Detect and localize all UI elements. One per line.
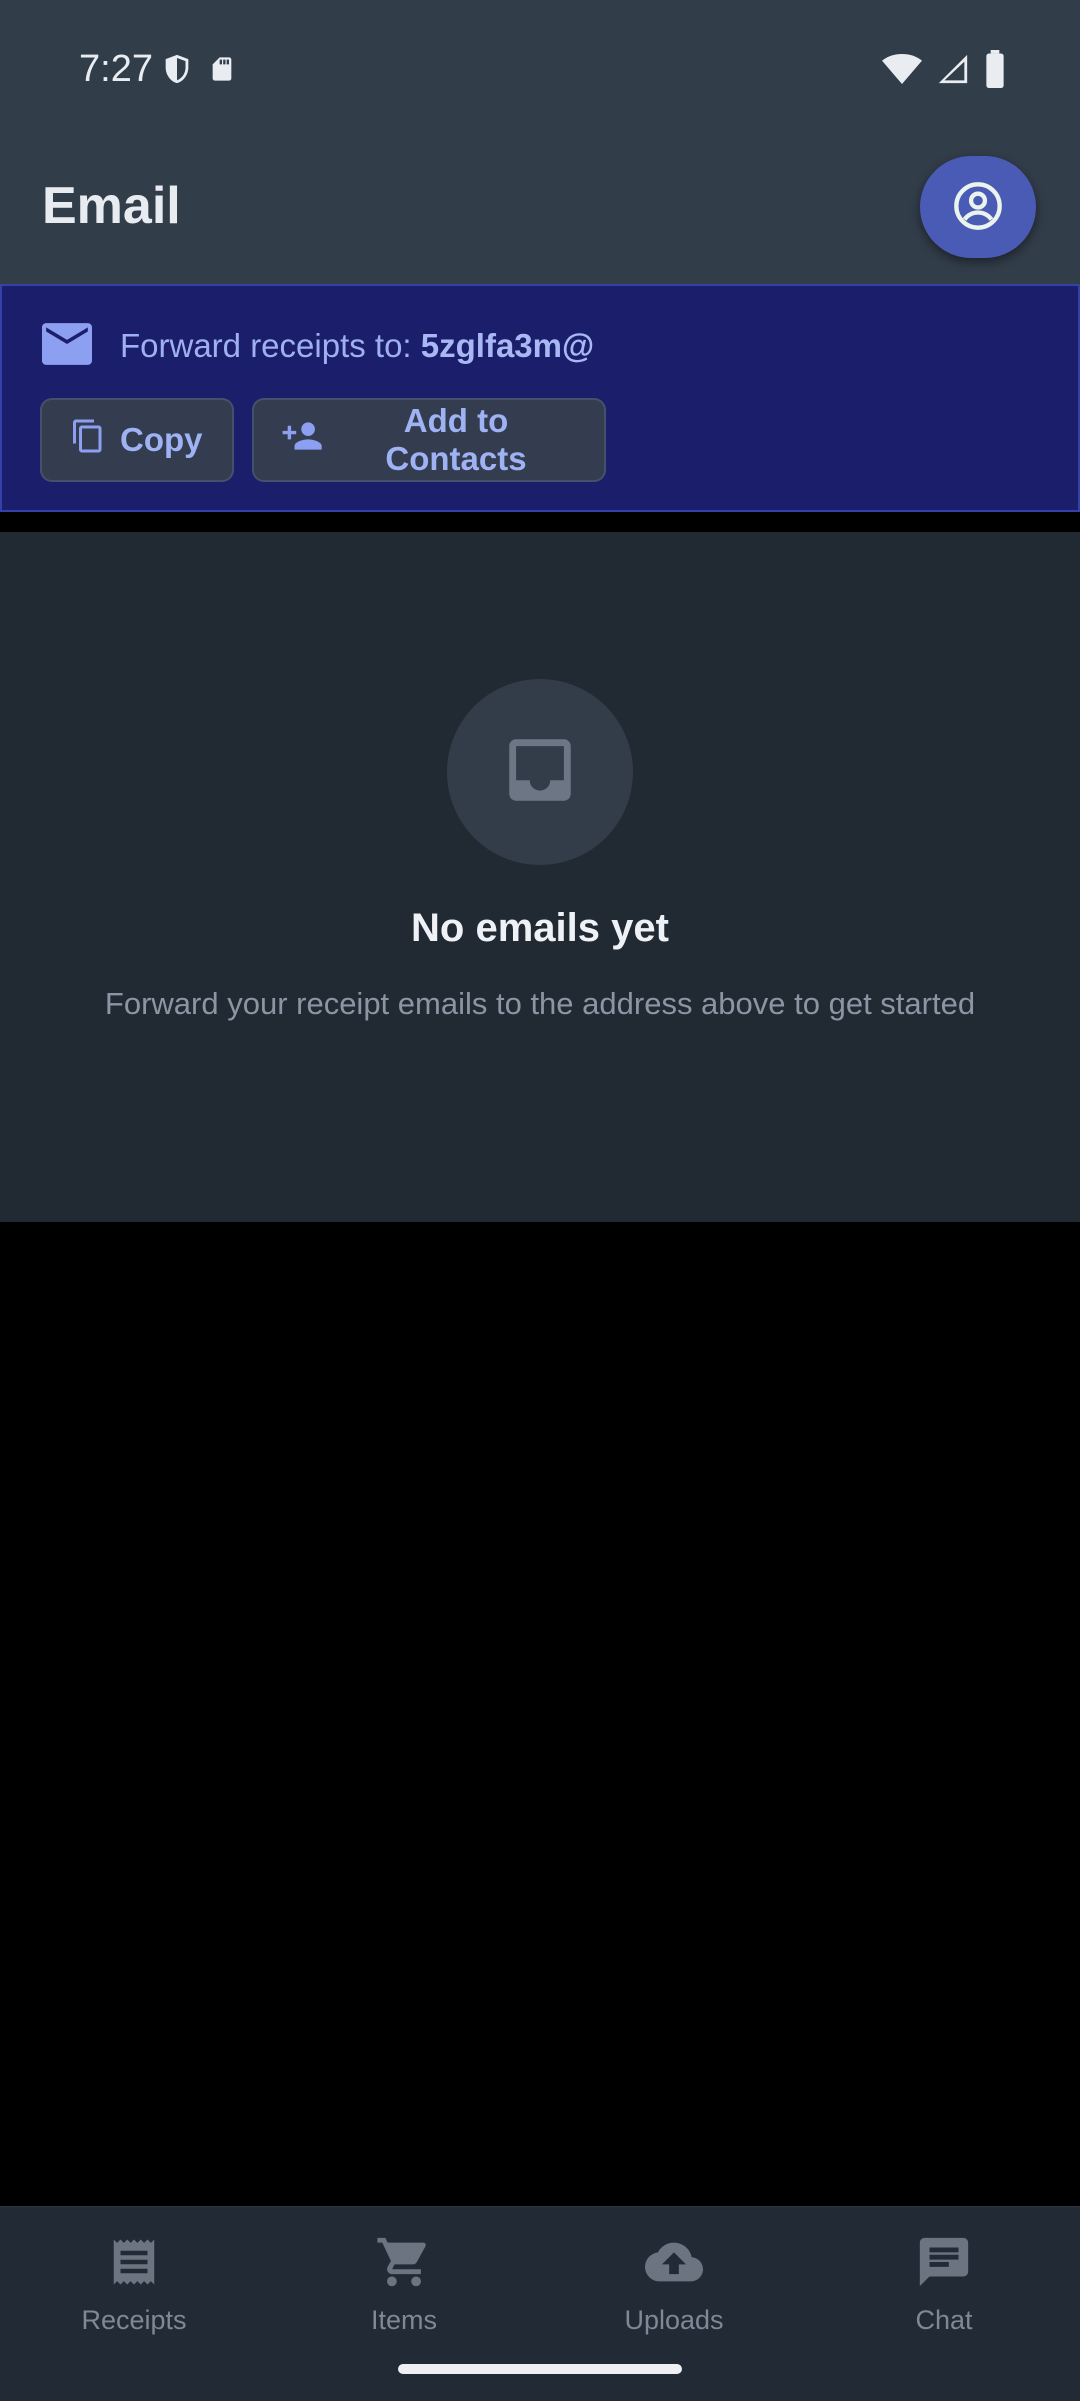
empty-state-panel: No emails yet Forward your receipt email… [0, 532, 1080, 1222]
add-to-contacts-button[interactable]: Add to Contacts [252, 398, 606, 482]
forward-address[interactable]: 5zglfa3m@ [421, 327, 594, 364]
person-add-icon [282, 419, 324, 461]
mail-icon [42, 322, 92, 371]
nav-label-receipts: Receipts [81, 2305, 187, 2335]
add-to-contacts-label: Add to Contacts [385, 402, 527, 477]
nav-item-uploads[interactable]: Uploads [574, 2227, 774, 2357]
account-circle-icon [952, 180, 1004, 235]
home-indicator[interactable] [398, 2364, 682, 2374]
nav-label-uploads: Uploads [624, 2305, 724, 2335]
copy-button[interactable]: Copy [40, 398, 234, 482]
nav-item-receipts[interactable]: Receipts [34, 2227, 234, 2357]
profile-button[interactable] [920, 156, 1036, 258]
shield-icon [160, 50, 194, 93]
wifi-icon [882, 52, 922, 91]
inbox-icon [499, 729, 581, 816]
nav-label-items: Items [370, 2305, 437, 2335]
cart-icon [375, 2227, 433, 2297]
empty-state-title: No emails yet [411, 906, 669, 950]
status-left-icons [160, 50, 236, 93]
signal-icon [936, 52, 970, 91]
copy-label: Copy [120, 421, 203, 458]
nav-item-items[interactable]: Items [304, 2227, 504, 2357]
copy-icon [70, 416, 106, 464]
sd-card-icon [208, 52, 236, 91]
page-title: Email [42, 177, 181, 235]
app-bar: Email [0, 136, 1080, 284]
forward-label: Forward receipts to: [120, 327, 421, 364]
forward-address-text: Forward receipts to: 5zglfa3m@ [120, 324, 594, 368]
status-time: 7:27 [79, 48, 153, 90]
nav-item-chat[interactable]: Chat [844, 2227, 1044, 2357]
cloud-upload-icon [641, 2227, 707, 2297]
receipt-icon [107, 2227, 161, 2297]
nav-label-chat: Chat [915, 2305, 973, 2335]
inbox-icon-circle [447, 679, 633, 865]
status-bar: 7:27 [0, 0, 1080, 136]
status-right-icons [882, 50, 1006, 93]
forward-banner: Forward receipts to: 5zglfa3m@ Copy Add … [0, 284, 1080, 512]
empty-state-subtitle: Forward your receipt emails to the addre… [104, 986, 976, 1021]
battery-icon [984, 50, 1006, 93]
divider [0, 512, 1080, 532]
chat-icon [915, 2227, 973, 2297]
